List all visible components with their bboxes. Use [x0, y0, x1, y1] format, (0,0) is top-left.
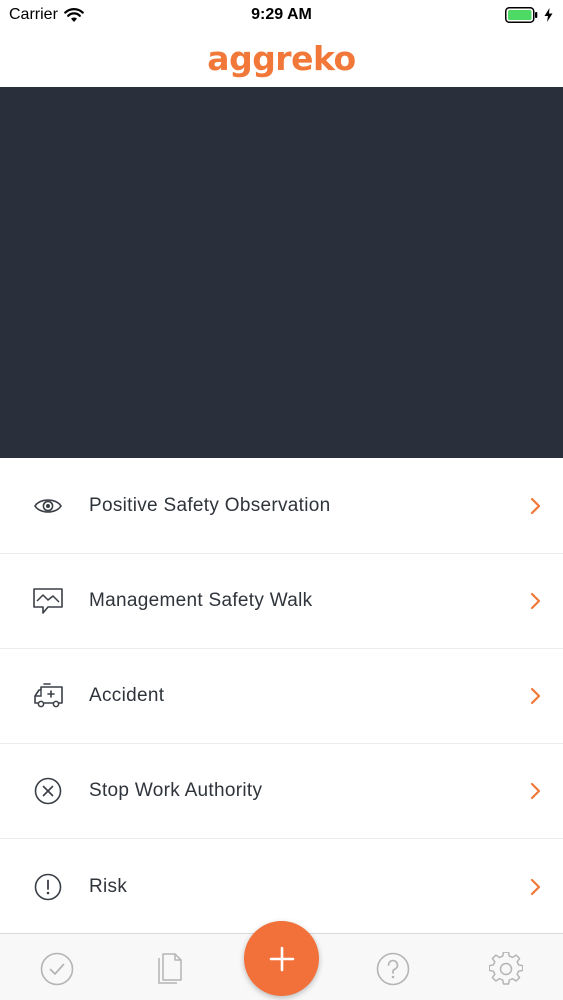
check-circle-icon — [40, 952, 74, 986]
eye-icon — [30, 490, 66, 522]
menu-item-positive-safety-observation[interactable]: Positive Safety Observation — [0, 459, 563, 554]
plus-icon — [269, 946, 294, 971]
menu-item-stop-work-authority[interactable]: Stop Work Authority — [0, 744, 563, 839]
status-bar: Carrier 9:29 AM — [0, 0, 563, 30]
app-header: aggreko — [0, 30, 563, 87]
gear-icon — [489, 952, 523, 985]
menu-item-label: Stop Work Authority — [89, 780, 263, 801]
tab-documents[interactable] — [150, 949, 190, 989]
charging-bolt-icon — [544, 8, 553, 22]
hero-banner — [0, 87, 563, 458]
menu-item-label: Risk — [89, 875, 128, 897]
status-time: 9:29 AM — [251, 6, 312, 23]
menu-item-label: Accident — [89, 685, 165, 706]
app-screen: Carrier 9:29 AM aggreko Positive Safety … — [0, 0, 563, 1000]
chevron-right-icon — [530, 687, 541, 705]
tab-completed[interactable] — [37, 949, 77, 989]
tab-help[interactable] — [373, 949, 413, 989]
menu-item-management-safety-walk[interactable]: Management Safety Walk — [0, 554, 563, 649]
chevron-right-icon — [530, 782, 541, 800]
chat-map-icon — [30, 585, 66, 617]
status-left: Carrier — [9, 6, 84, 24]
menu-item-accident[interactable]: Accident — [0, 649, 563, 744]
aggreko-logo: aggreko — [207, 39, 356, 78]
tab-settings[interactable] — [486, 949, 526, 989]
battery-icon — [505, 7, 538, 23]
wifi-icon — [64, 7, 84, 22]
menu-item-label: Positive Safety Observation — [89, 495, 331, 516]
carrier-label: Carrier — [9, 6, 58, 23]
chevron-right-icon — [530, 592, 541, 610]
menu-list: Positive Safety Observation Management S… — [0, 459, 563, 934]
status-right — [505, 7, 553, 23]
menu-item-risk[interactable]: Risk — [0, 839, 563, 934]
add-report-button[interactable] — [244, 921, 319, 996]
chevron-right-icon — [530, 497, 541, 515]
ambulance-icon — [30, 680, 66, 712]
menu-item-label: Management Safety Walk — [89, 590, 313, 611]
help-circle-icon — [376, 952, 410, 986]
documents-icon — [158, 953, 182, 984]
circle-x-icon — [30, 775, 66, 807]
circle-exclamation-icon — [30, 871, 66, 903]
chevron-right-icon — [530, 878, 541, 895]
